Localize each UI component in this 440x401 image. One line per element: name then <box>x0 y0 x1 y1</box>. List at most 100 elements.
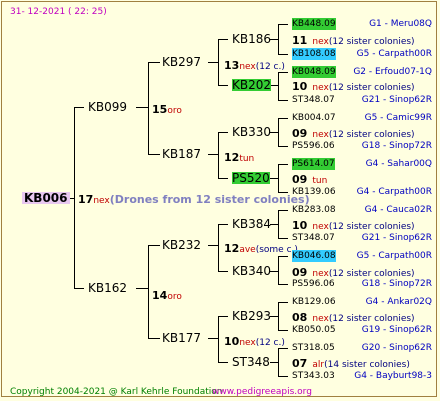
gen1-mating: 14oro <box>152 288 182 303</box>
connector <box>218 316 228 317</box>
gen4-location: G20 - Sinop62R <box>361 343 432 353</box>
gen3-number: 08 <box>292 311 308 324</box>
connector <box>208 338 218 339</box>
gen4-queen[interactable]: ST318.05 <box>292 342 335 354</box>
gen3-number: 11 <box>292 34 308 47</box>
gen4-queen[interactable]: ST343.03 <box>292 370 335 382</box>
gen3-queen[interactable]: KB384 <box>232 218 271 230</box>
gen3-queen[interactable]: PS520 <box>232 172 270 184</box>
gen4-queen[interactable]: PS596.06 <box>292 140 335 152</box>
gen3-note: (12 sister colonies) <box>328 37 415 47</box>
connector <box>278 72 279 100</box>
connector <box>218 224 228 225</box>
gen4-queen[interactable]: KB050.05 <box>292 324 336 336</box>
gen2-queen[interactable]: KB297 <box>162 56 201 68</box>
gen3-mating: 10 nex(12 sister colonies) <box>292 79 415 94</box>
connector <box>136 107 148 108</box>
gen4-location: G18 - Sinop72R <box>361 279 432 289</box>
gen1-number: 14 <box>152 289 168 302</box>
gen4-location: G5 - Carpath00R <box>356 251 432 261</box>
connector <box>218 132 219 178</box>
gen3-queen[interactable]: KB330 <box>232 126 271 138</box>
gen2-note: (12 c.) <box>255 62 285 72</box>
gen2-queen[interactable]: KB232 <box>162 239 201 251</box>
gen2-place: nex <box>239 62 256 72</box>
gen4-queen[interactable]: ST348.07 <box>292 232 335 244</box>
gen4-location: G21 - Sinop62R <box>361 233 432 243</box>
gen3-place: nex <box>312 314 329 324</box>
gen3-number: 09 <box>292 173 308 186</box>
gen1-queen[interactable]: KB099 <box>88 101 127 113</box>
gen3-queen[interactable]: KB186 <box>232 33 271 45</box>
gen3-place: alr <box>312 360 325 370</box>
gen2-mating: 12tun <box>224 150 254 165</box>
connector <box>74 107 75 289</box>
connector <box>278 100 288 101</box>
gen4-queen[interactable]: ST348.07 <box>292 94 335 106</box>
connector <box>218 362 228 363</box>
connector <box>278 302 279 330</box>
gen3-number: 09 <box>292 127 308 140</box>
gen2-queen[interactable]: KB177 <box>162 332 201 344</box>
connector <box>270 39 278 40</box>
gen4-queen[interactable]: KB283.08 <box>292 204 336 216</box>
connector <box>270 224 278 225</box>
connector <box>270 271 278 272</box>
gen4-location: G21 - Sinop62R <box>361 95 432 105</box>
gen1-place: oro <box>167 292 182 302</box>
gen3-queen[interactable]: ST348 <box>232 356 270 368</box>
gen4-queen[interactable]: KB139.06 <box>292 186 336 198</box>
connector <box>218 224 219 271</box>
gen4-queen[interactable]: PS614.07 <box>292 158 335 170</box>
gen3-queen[interactable]: KB293 <box>232 310 271 322</box>
gen3-place: nex <box>312 37 329 47</box>
gen2-mating: 13nex(12 c.) <box>224 58 285 73</box>
gen3-note: (12 sister colonies) <box>328 222 415 232</box>
connector <box>218 316 219 362</box>
gen3-note: (12 sister colonies) <box>328 314 415 324</box>
gen4-queen[interactable]: KB108.08 <box>292 48 336 60</box>
gen2-queen[interactable]: KB187 <box>162 148 201 160</box>
gen3-mating: 09 nex(12 sister colonies) <box>292 126 415 141</box>
connector <box>218 85 228 86</box>
connector <box>278 164 288 165</box>
connector <box>218 39 219 85</box>
gen2-place: nex <box>239 338 256 348</box>
connector <box>278 210 279 238</box>
connector <box>148 62 149 154</box>
site-link[interactable]: www.pedigreeapis.org <box>212 386 312 396</box>
connector <box>270 85 278 86</box>
gen2-place: tun <box>239 154 255 164</box>
gen1-queen[interactable]: KB162 <box>88 282 127 294</box>
gen2-number: 12 <box>224 151 240 164</box>
gen4-queen[interactable]: KB048.09 <box>292 66 336 78</box>
gen2-mating: 10nex(12 c.) <box>224 334 285 349</box>
pedigree-chart: 31- 12-2021 ( 22: 25) KB006 17nex(Drones… <box>1 1 437 397</box>
gen4-queen[interactable]: KB448.09 <box>292 18 336 30</box>
gen3-place: tun <box>312 176 328 186</box>
gen3-queen[interactable]: KB340 <box>232 265 271 277</box>
gen3-note: (12 sister colonies) <box>328 130 415 140</box>
gen4-location: G5 - Carpath00R <box>356 49 432 59</box>
gen4-queen[interactable]: KB004.07 <box>292 112 336 124</box>
gen4-queen[interactable]: PS596.06 <box>292 278 335 290</box>
connector <box>278 330 288 331</box>
connector <box>208 245 218 246</box>
gen3-queen[interactable]: KB202 <box>232 79 272 91</box>
gen3-mating: 10 nex(12 sister colonies) <box>292 218 415 233</box>
root-number: 17 <box>78 193 94 206</box>
gen3-place: nex <box>312 130 329 140</box>
gen3-number: 10 <box>292 80 308 93</box>
connector <box>270 316 278 317</box>
gen3-number: 07 <box>292 357 308 370</box>
root-place: nex <box>93 196 110 206</box>
gen2-number: 10 <box>224 335 240 348</box>
connector <box>270 132 278 133</box>
gen2-number: 12 <box>224 242 240 255</box>
gen3-note: (12 sister colonies) <box>328 83 415 93</box>
gen4-queen[interactable]: KB129.06 <box>292 296 336 308</box>
connector <box>218 271 228 272</box>
root-queen[interactable]: KB006 <box>22 192 70 204</box>
connector <box>218 39 228 40</box>
gen4-queen[interactable]: KB046.08 <box>292 250 336 262</box>
